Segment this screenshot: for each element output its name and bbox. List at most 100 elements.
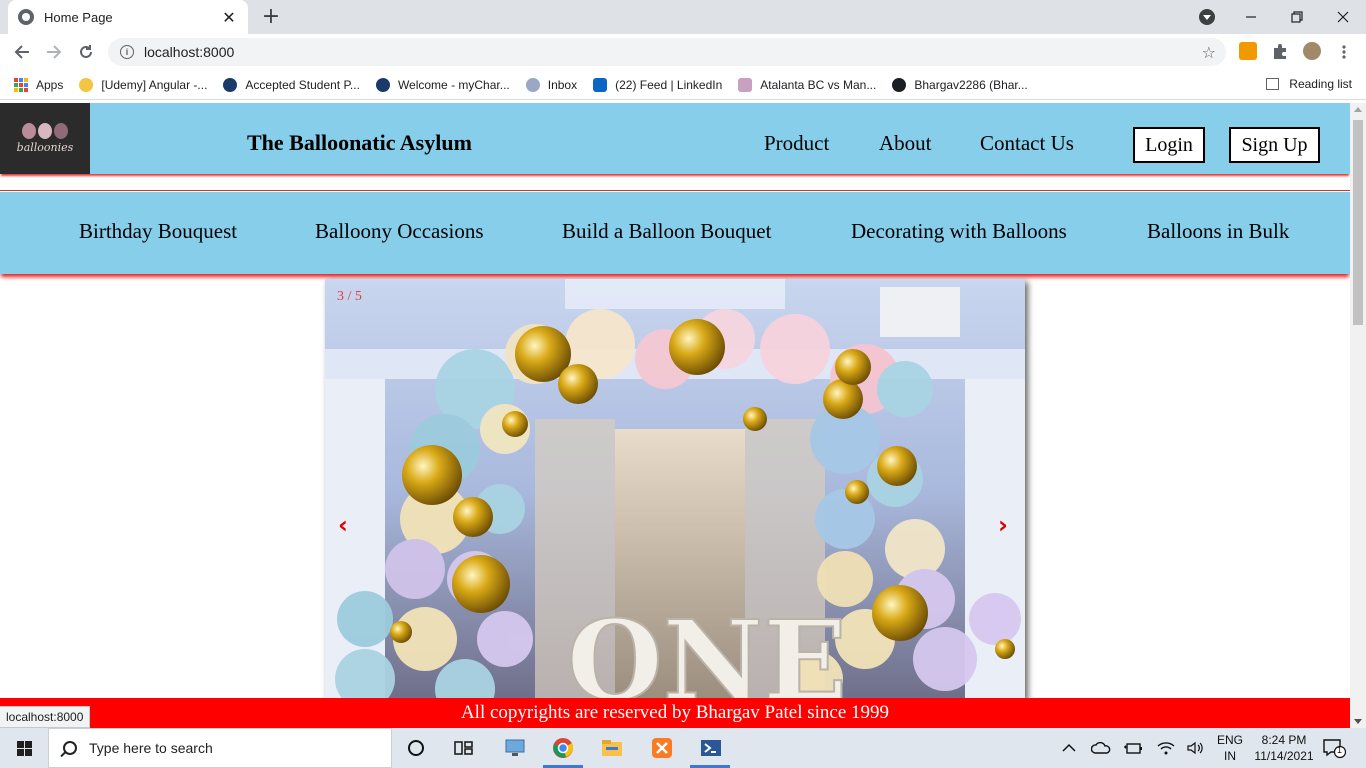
wifi-icon[interactable]	[1154, 736, 1178, 760]
bookmark-label: [Udemy] Angular -...	[101, 77, 208, 92]
browser-tab-home[interactable]: Home Page ✕	[8, 0, 248, 34]
carousel-prev-button[interactable]: ‹	[338, 511, 348, 539]
onedrive-icon[interactable]	[1089, 736, 1113, 760]
mycomputer-app-icon[interactable]	[503, 736, 527, 760]
reading-list-button[interactable]: Reading list	[1266, 77, 1352, 91]
category-bulk[interactable]: Balloons in Bulk	[1147, 219, 1289, 244]
windows-logo-icon	[16, 740, 32, 756]
bookmark-inbox[interactable]: Inbox	[525, 77, 578, 92]
bookmark-star-icon[interactable]: ☆	[1202, 43, 1216, 62]
input-language[interactable]: ENG IN	[1212, 732, 1248, 764]
minimize-icon	[1246, 16, 1256, 18]
bookmark-apps[interactable]: Apps	[14, 77, 63, 92]
xampp-icon[interactable]	[650, 736, 674, 760]
browser-toolbar: i localhost:8000 ☆	[0, 34, 1366, 70]
arrow-right-icon	[47, 45, 62, 59]
balloons-logo-icon	[22, 123, 68, 139]
cortana-icon[interactable]	[404, 736, 428, 760]
lang-region: IN	[1224, 749, 1236, 763]
clock-time: 8:24 PM	[1261, 733, 1307, 747]
linkedin-icon	[593, 77, 608, 92]
news-icon	[738, 77, 753, 92]
globe-icon	[18, 9, 34, 25]
apps-grid-icon	[14, 77, 28, 92]
info-icon[interactable]: i	[120, 45, 134, 59]
reload-button[interactable]	[74, 40, 98, 64]
category-occasions[interactable]: Balloony Occasions	[315, 219, 484, 244]
battery-icon[interactable]	[1121, 736, 1145, 760]
page-scrollbar[interactable]	[1350, 103, 1366, 728]
chrome-app-icon[interactable]	[551, 736, 575, 760]
bookmark-label: Bhargav2286 (Bhar...	[914, 77, 1028, 92]
new-tab-button[interactable]: +	[258, 4, 284, 29]
taskbar-search[interactable]: Type here to search	[48, 728, 392, 768]
mail-icon	[525, 77, 540, 92]
scroll-down-icon[interactable]	[1354, 719, 1362, 724]
task-view-icon[interactable]	[452, 736, 476, 760]
header-divider	[0, 190, 1350, 191]
tab-search-icon[interactable]	[1199, 9, 1215, 25]
reading-list-label: Reading list	[1289, 77, 1352, 91]
category-birthday[interactable]: Birthday Bouquest	[79, 219, 237, 244]
bookmark-mycharlotte[interactable]: Welcome - myChar...	[375, 77, 510, 92]
slide-counter: 3 / 5	[337, 289, 362, 304]
volume-icon[interactable]	[1184, 736, 1208, 760]
powershell-icon[interactable]	[699, 736, 723, 760]
category-build-bouquet[interactable]: Build a Balloon Bouquet	[562, 219, 771, 244]
clock-date: 11/14/2021	[1254, 749, 1314, 763]
minimize-button[interactable]	[1228, 0, 1274, 34]
nav-product[interactable]: Product	[764, 131, 829, 156]
university-icon	[223, 77, 238, 92]
windows-taskbar: Type here to search ENG IN 8:24 PM 11/14…	[0, 728, 1366, 768]
scroll-up-icon[interactable]	[1354, 107, 1362, 112]
url-text[interactable]: localhost:8000	[144, 44, 1202, 60]
bookmarks-bar: Apps [Udemy] Angular -... Accepted Stude…	[0, 70, 1366, 100]
puzzle-icon[interactable]	[1271, 42, 1289, 60]
status-bar-url: localhost:8000	[0, 706, 91, 728]
bookmark-linkedin[interactable]: (22) Feed | LinkedIn	[593, 77, 723, 92]
one-sign-text: ONE	[567, 596, 847, 699]
bookmark-label: (22) Feed | LinkedIn	[615, 77, 723, 92]
site-logo[interactable]: balloonies	[0, 103, 90, 174]
profile-avatar[interactable]	[1303, 42, 1321, 60]
carousel-next-button[interactable]: ›	[998, 511, 1008, 539]
bookmark-label: Welcome - myChar...	[397, 77, 510, 92]
github-icon	[892, 77, 907, 92]
search-icon	[63, 741, 77, 755]
kebab-menu-icon	[1342, 45, 1346, 59]
web-page: balloonies The Balloonatic Asylum Produc…	[0, 103, 1350, 728]
nav-about[interactable]: About	[879, 131, 932, 156]
address-bar[interactable]: i localhost:8000 ☆	[108, 38, 1226, 66]
notification-count: 1	[1337, 745, 1343, 755]
bookmark-label: Inbox	[547, 77, 578, 92]
restore-button[interactable]	[1274, 0, 1320, 34]
search-placeholder: Type here to search	[89, 740, 213, 756]
close-tab-icon[interactable]: ✕	[220, 8, 238, 27]
nav-contact[interactable]: Contact Us	[980, 131, 1074, 156]
extension-icon[interactable]	[1239, 42, 1257, 60]
close-window-button[interactable]	[1320, 0, 1366, 34]
university-icon	[375, 77, 390, 92]
browser-tab-strip: Home Page ✕ +	[0, 0, 1366, 34]
bookmark-label: Atalanta BC vs Man...	[760, 77, 877, 92]
forward-button[interactable]	[42, 40, 66, 64]
site-footer: All copyrights are reserved by Bhargav P…	[0, 698, 1350, 728]
signup-button[interactable]: Sign Up	[1229, 127, 1320, 163]
bookmark-github[interactable]: Bhargav2286 (Bhar...	[892, 77, 1028, 92]
bookmark-accepted-student[interactable]: Accepted Student P...	[223, 77, 360, 92]
start-button[interactable]	[0, 728, 48, 768]
scrollbar-thumb[interactable]	[1353, 120, 1363, 325]
bookmark-label: Accepted Student P...	[245, 77, 360, 92]
login-button[interactable]: Login	[1133, 127, 1205, 163]
clock[interactable]: 8:24 PM 11/14/2021	[1250, 732, 1318, 764]
bookmark-udemy[interactable]: [Udemy] Angular -...	[79, 77, 208, 92]
category-decorating[interactable]: Decorating with Balloons	[851, 219, 1067, 244]
bookmark-atalanta[interactable]: Atalanta BC vs Man...	[738, 77, 877, 92]
file-explorer-icon[interactable]	[600, 736, 624, 760]
reading-list-icon	[1266, 78, 1280, 90]
notification-center-icon[interactable]: 1	[1322, 736, 1346, 760]
chevron-up-icon[interactable]	[1057, 736, 1081, 760]
reload-icon	[80, 45, 92, 58]
back-button[interactable]	[10, 40, 34, 64]
chrome-menu-button[interactable]	[1332, 40, 1356, 64]
